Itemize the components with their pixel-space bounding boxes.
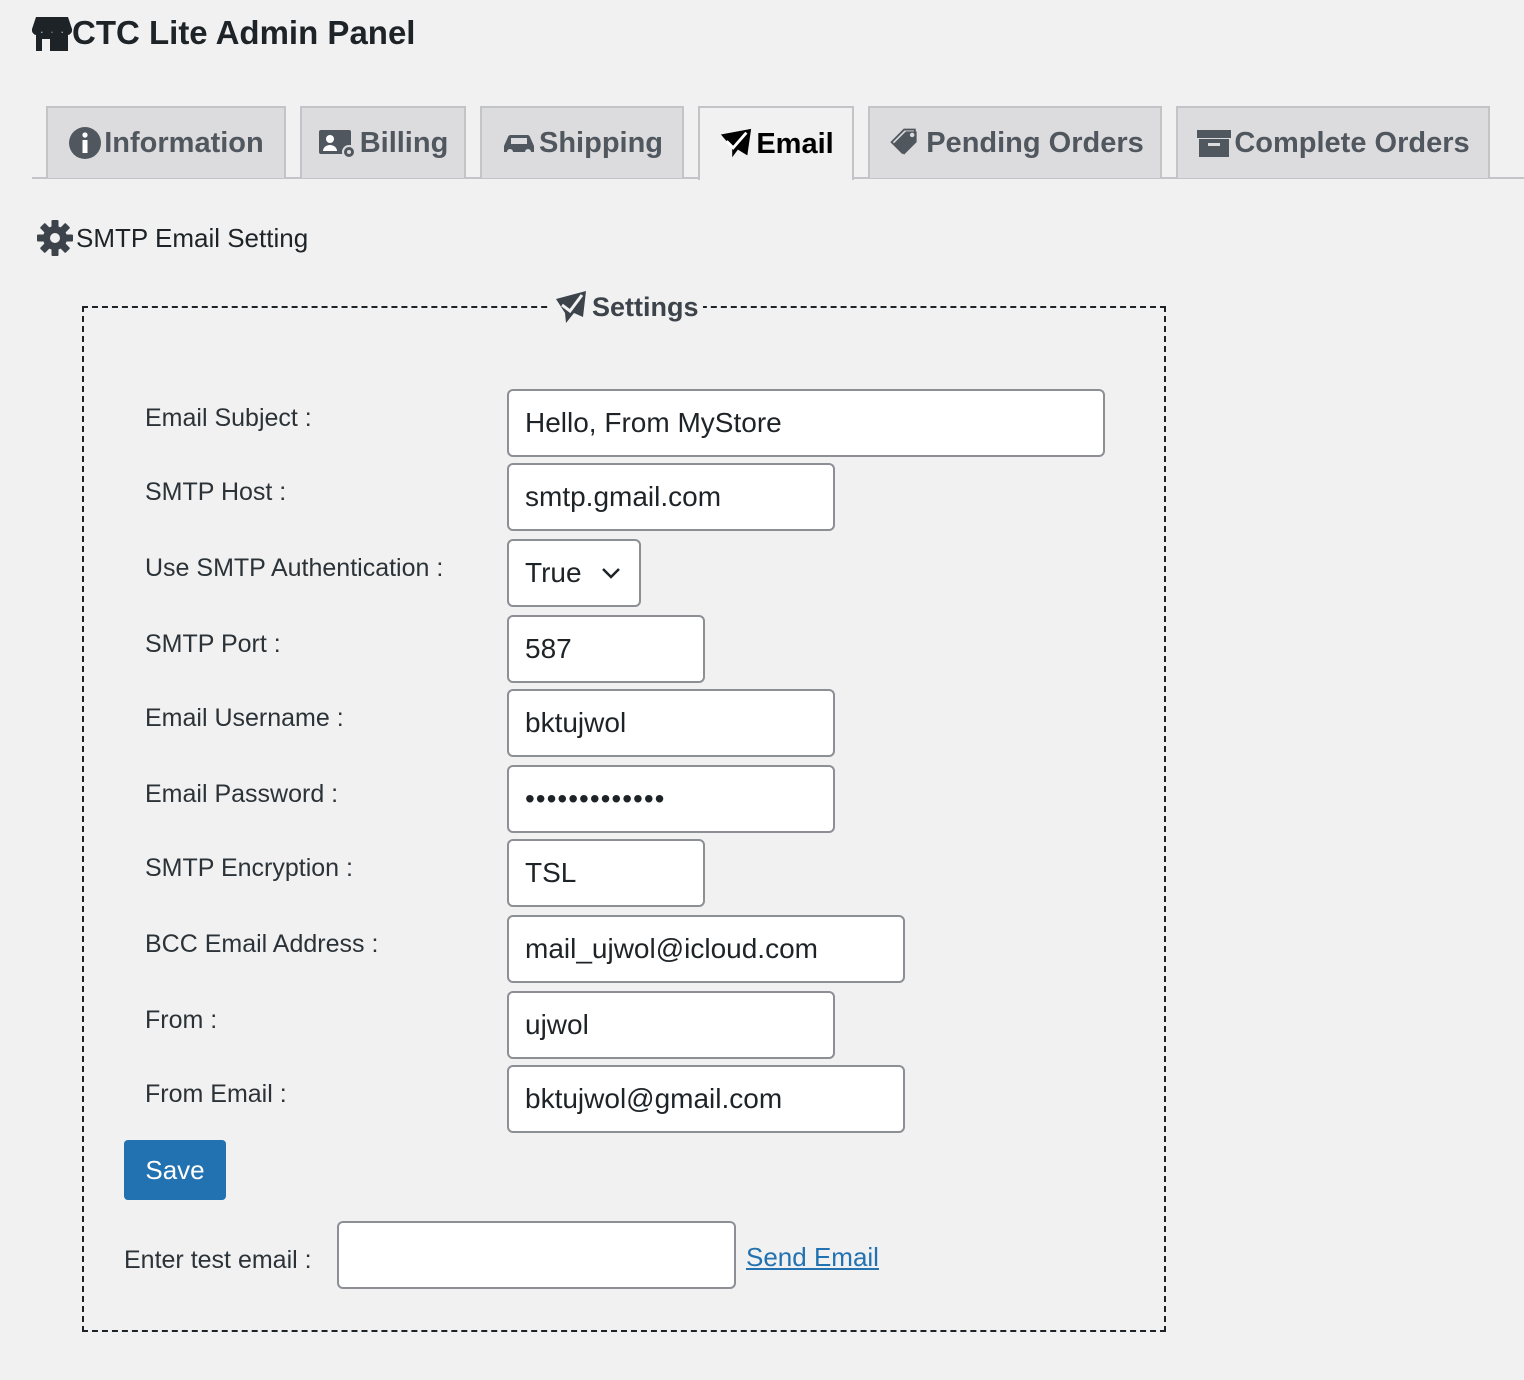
store-icon — [32, 17, 72, 51]
tab-email[interactable]: Email — [698, 106, 854, 180]
app-title: CTC Lite Admin Panel — [32, 10, 415, 56]
smtp-host-label: SMTP Host : — [145, 478, 287, 506]
tab-label: Billing — [359, 126, 449, 159]
tab-label: Complete Orders — [1234, 126, 1470, 159]
tab-label: Pending Orders — [926, 126, 1144, 159]
from-label: From : — [145, 1006, 218, 1034]
test-email-label: Enter test email : — [124, 1246, 312, 1274]
smtp-host-input[interactable]: smtp.gmail.com — [507, 463, 835, 531]
chevron-down-icon — [602, 568, 620, 579]
email-password-label: Email Password : — [145, 780, 339, 808]
archive-box-icon — [1197, 130, 1232, 157]
smtp-port-input[interactable]: 587 — [507, 615, 705, 683]
smtp-auth-value: True — [525, 557, 582, 588]
tab-information[interactable]: Information — [46, 106, 286, 178]
save-button[interactable]: Save — [124, 1140, 226, 1200]
gear-icon — [37, 220, 73, 256]
section-title: SMTP Email Setting — [36, 218, 308, 258]
send-email-link[interactable]: Send Email — [746, 1240, 879, 1274]
email-username-value: bktujwol — [525, 707, 627, 738]
car-icon — [503, 134, 534, 155]
test-email-input[interactable] — [337, 1221, 736, 1289]
email-username-label: Email Username : — [145, 704, 344, 732]
from-value: ujwol — [525, 1009, 589, 1040]
tab-label: Shipping — [538, 126, 664, 159]
smtp-encryption-label: SMTP Encryption : — [145, 854, 353, 882]
section-title-text: SMTP Email Setting — [76, 222, 309, 253]
bcc-email-value: mail_ujwol@icloud.com — [525, 933, 818, 964]
email-password-input[interactable]: ••••••••••••• — [507, 765, 835, 833]
tab-billing[interactable]: Billing — [300, 106, 466, 178]
info-circle-icon — [69, 127, 102, 159]
email-password-value: ••••••••••••• — [525, 783, 666, 814]
smtp-port-value: 587 — [525, 633, 572, 664]
email-subject-input[interactable]: Hello, From MyStore — [507, 389, 1105, 457]
from-input[interactable]: ujwol — [507, 991, 835, 1059]
bcc-email-input[interactable]: mail_ujwol@icloud.com — [507, 915, 905, 983]
tab-complete-orders[interactable]: Complete Orders — [1176, 106, 1490, 178]
paper-plane-icon — [556, 291, 586, 323]
billing-card-icon — [318, 130, 356, 159]
tab-label: Information — [104, 126, 264, 159]
email-username-input[interactable]: bktujwol — [507, 689, 835, 757]
tab-pending-orders[interactable]: Pending Orders — [868, 106, 1162, 178]
email-subject-label: Email Subject : — [145, 404, 312, 432]
email-subject-value: Hello, From MyStore — [525, 407, 782, 438]
smtp-encryption-input[interactable]: TSL — [507, 839, 705, 907]
bcc-email-label: BCC Email Address : — [145, 930, 379, 958]
app-title-text: CTC Lite Admin Panel — [72, 14, 416, 51]
from-email-input[interactable]: bktujwol@gmail.com — [507, 1065, 905, 1133]
settings-legend-text: Settings — [592, 291, 699, 322]
smtp-encryption-value: TSL — [525, 857, 577, 888]
paper-plane-icon — [721, 128, 752, 158]
smtp-auth-select[interactable]: True — [507, 539, 641, 607]
tab-label: Email — [756, 127, 834, 160]
settings-legend: Settings — [550, 286, 703, 328]
smtp-host-value: smtp.gmail.com — [525, 481, 722, 512]
smtp-port-label: SMTP Port : — [145, 630, 281, 658]
tags-icon — [890, 128, 917, 155]
tab-shipping[interactable]: Shipping — [480, 106, 684, 178]
from-email-value: bktujwol@gmail.com — [525, 1083, 783, 1114]
from-email-label: From Email : — [145, 1080, 287, 1108]
smtp-auth-label: Use SMTP Authentication : — [145, 554, 444, 582]
